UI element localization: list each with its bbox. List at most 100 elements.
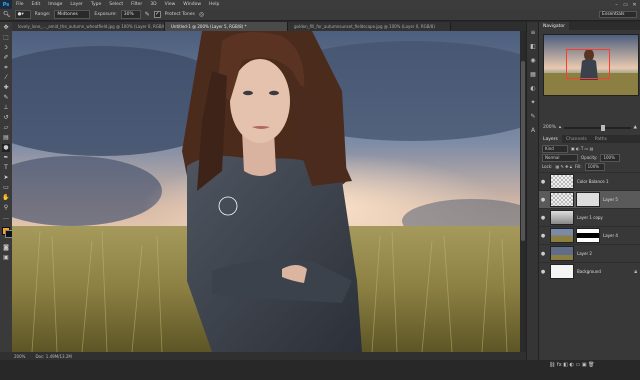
visibility-eye-icon[interactable]: ● — [539, 269, 547, 275]
exposure-input[interactable]: 30% — [120, 10, 141, 19]
brush-presets-icon[interactable]: ✎ — [530, 114, 536, 120]
move-tool-icon[interactable]: ✥ — [2, 24, 10, 32]
tab-channels[interactable]: Channels — [562, 135, 591, 143]
blend-mode-select[interactable]: Normal — [542, 153, 578, 162]
menu-image[interactable]: Image — [44, 2, 66, 7]
document-tab-active[interactable]: Untitled-1 @ 200% (Layer 5, RGB/8) * — [165, 22, 288, 31]
layer-row-selected[interactable]: ● Layer 5 — [539, 190, 640, 208]
slider-knob[interactable] — [600, 124, 605, 131]
brush-size-picker[interactable]: ●▾ — [14, 10, 31, 19]
character-icon[interactable]: A — [530, 128, 536, 134]
menu-file[interactable]: File — [12, 2, 28, 7]
document-tab[interactable]: lovely_lone_..._amid_the_autumn_wheatfie… — [12, 22, 165, 31]
visibility-eye-icon[interactable]: ● — [539, 215, 547, 221]
gradient-tool-icon[interactable]: ▤ — [2, 134, 10, 142]
layer-name[interactable]: Layer 5 — [603, 197, 618, 202]
lock-icons[interactable]: ▦ ✎ ✥ 🔒︎ — [555, 164, 571, 169]
document-canvas[interactable] — [12, 31, 520, 352]
layers-footer-icons[interactable]: ⛓ fx ◧ ◐ ▭ ▣ 🗑 — [549, 362, 595, 368]
layer-mask-thumbnail[interactable] — [576, 228, 600, 243]
layer-row[interactable]: ● Layer 4 — [539, 226, 640, 244]
visibility-eye-icon[interactable]: ● — [539, 251, 547, 257]
exposure-label: Exposure: — [94, 12, 117, 17]
zoom-out-icon[interactable]: ▴ — [559, 125, 561, 130]
tab-navigator[interactable]: Navigator — [539, 22, 570, 30]
right-panels: Navigator 200% ▴ ▲ Layers Channels Paths… — [538, 22, 640, 368]
navigator-zoom-slider[interactable] — [564, 124, 631, 131]
lasso-tool-icon[interactable]: ↄ — [2, 44, 10, 52]
dodge-tool-icon[interactable]: ● — [2, 144, 10, 152]
pressure-icon[interactable]: ◎ — [199, 11, 204, 18]
properties-icon[interactable]: ◧ — [530, 44, 536, 50]
layer-row[interactable]: ● Layer 1 copy — [539, 208, 640, 226]
menu-type[interactable]: Type — [87, 2, 105, 7]
history-icon[interactable]: ≡ — [530, 30, 536, 36]
filter-icons[interactable]: ▣ ◐ T ▭ ▤ — [571, 146, 593, 151]
layer-name[interactable]: Layer 2 — [577, 251, 592, 256]
menu-filter[interactable]: Filter — [127, 2, 146, 7]
visibility-eye-icon[interactable]: ● — [539, 233, 547, 239]
document-size[interactable]: Doc: 1.49M/13.2M — [35, 354, 71, 359]
more-tools-icon[interactable]: … — [2, 214, 10, 222]
range-select[interactable]: Midtones — [54, 10, 91, 19]
visibility-eye-icon[interactable]: ● — [539, 197, 547, 203]
layer-row[interactable]: ● Background 🔒︎ — [539, 262, 640, 280]
pen-tool-icon[interactable]: ✒ — [2, 154, 10, 162]
healing-tool-icon[interactable]: ✚ — [2, 84, 10, 92]
quick-select-tool-icon[interactable]: ✐ — [2, 54, 10, 62]
airbrush-icon[interactable]: ✎ — [145, 11, 150, 18]
menu-layer[interactable]: Layer — [66, 2, 87, 7]
zoom-tool-icon[interactable]: ⚲ — [2, 204, 10, 212]
navigator-preview[interactable] — [543, 34, 639, 96]
layer-name[interactable]: Color Balance 1 — [577, 179, 608, 184]
maximize-button[interactable]: ▭ — [621, 0, 630, 9]
workspace-select[interactable]: Essentials — [599, 11, 637, 18]
hand-tool-icon[interactable]: ✋ — [2, 194, 10, 202]
menu-3d[interactable]: 3D — [146, 2, 160, 7]
menu-view[interactable]: View — [161, 2, 180, 7]
brush-tool-icon[interactable]: ✎ — [2, 94, 10, 102]
eraser-tool-icon[interactable]: ▱ — [2, 124, 10, 132]
visibility-eye-icon[interactable]: ● — [539, 179, 547, 185]
layer-name[interactable]: Background — [577, 269, 601, 274]
zoom-level[interactable]: 200% — [14, 354, 25, 359]
lock-fill-row: Lock: ▦ ✎ ✥ 🔒︎ Fill: 100% — [542, 162, 605, 171]
shape-tool-icon[interactable]: ▭ — [2, 184, 10, 192]
tab-paths[interactable]: Paths — [591, 135, 611, 143]
swatches-icon[interactable]: ▦ — [530, 72, 536, 78]
layer-name[interactable]: Layer 4 — [603, 233, 618, 238]
screen-mode-icon[interactable]: ▣ — [2, 254, 10, 262]
styles-icon[interactable]: ✦ — [530, 100, 536, 106]
crop-tool-icon[interactable]: ⌗ — [2, 64, 10, 72]
layer-mask-thumbnail[interactable] — [576, 192, 600, 207]
layer-name[interactable]: Layer 1 copy — [577, 215, 603, 220]
menu-help[interactable]: Help — [205, 2, 223, 7]
kind-filter-select[interactable]: Kind — [542, 144, 568, 153]
marquee-tool-icon[interactable]: ⬚ — [2, 34, 10, 42]
quick-mask-icon[interactable]: ◙ — [2, 244, 10, 252]
opacity-input[interactable]: 100% — [600, 153, 621, 162]
navigator-view-box[interactable] — [566, 49, 610, 79]
tab-layers[interactable]: Layers — [539, 135, 562, 143]
document-tab[interactable]: golden_fill_for_autumnsunset_fieldscape.… — [288, 22, 451, 31]
layer-row[interactable]: ● Layer 2 — [539, 244, 640, 262]
scrollbar-thumb[interactable] — [521, 61, 525, 241]
dodge-tool-icon[interactable]: 🔍︎ — [3, 11, 11, 18]
clone-stamp-tool-icon[interactable]: ⊥ — [2, 104, 10, 112]
fill-input[interactable]: 100% — [584, 162, 605, 171]
menu-select[interactable]: Select — [105, 2, 127, 7]
menu-window[interactable]: Window — [179, 2, 205, 7]
color-icon[interactable]: ◉ — [530, 58, 536, 64]
layer-row[interactable]: ● Color Balance 1 — [539, 172, 640, 190]
path-select-tool-icon[interactable]: ➤ — [2, 174, 10, 182]
zoom-in-icon[interactable]: ▲ — [634, 125, 637, 130]
adjustments-icon[interactable]: ◐ — [530, 86, 536, 92]
navigator-zoom-value[interactable]: 200% — [543, 125, 556, 130]
type-tool-icon[interactable]: T — [2, 164, 10, 172]
history-brush-tool-icon[interactable]: ↺ — [2, 114, 10, 122]
close-button[interactable]: ✕ — [630, 0, 639, 9]
minimize-button[interactable]: – — [612, 0, 621, 9]
menu-edit[interactable]: Edit — [28, 2, 45, 7]
eyedropper-tool-icon[interactable]: ⁄ — [2, 74, 10, 82]
protect-tones-checkbox[interactable]: ✓ — [153, 11, 161, 18]
